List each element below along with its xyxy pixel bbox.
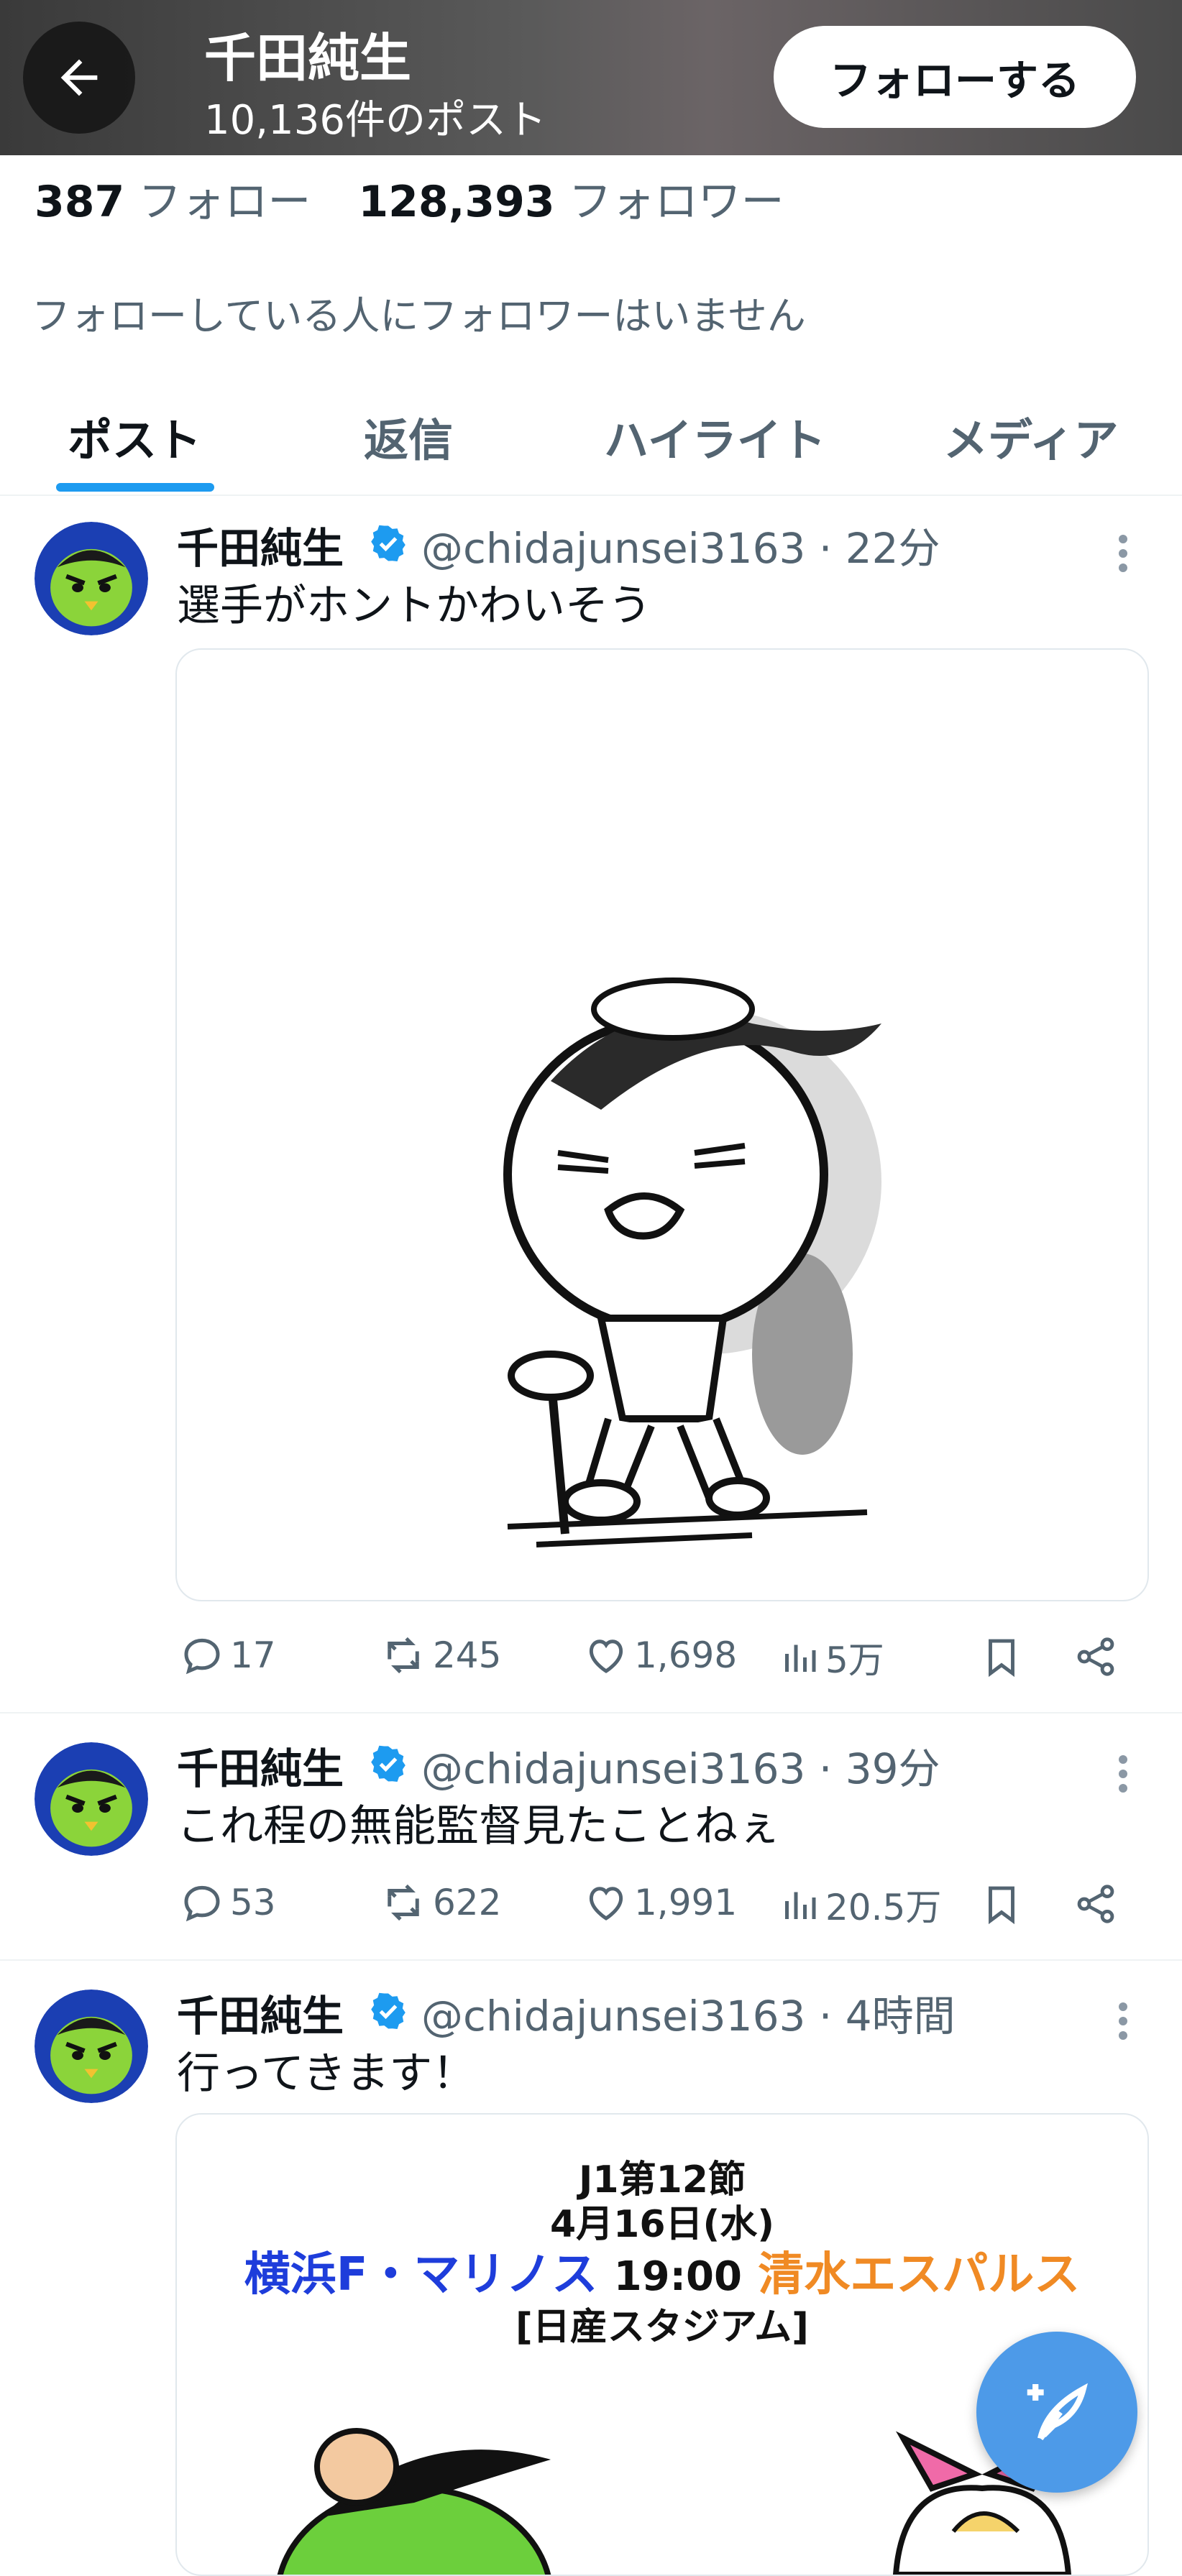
post-author-name[interactable]: 千田純生 xyxy=(177,1982,344,2043)
like-button[interactable]: 1,991 xyxy=(582,1879,737,1926)
avatar-image xyxy=(35,1990,148,2103)
reply-button[interactable]: 53 xyxy=(178,1879,276,1926)
like-icon xyxy=(589,1639,623,1673)
compose-icon xyxy=(1027,2383,1088,2441)
verified-icon xyxy=(371,1745,406,1782)
avatar-image xyxy=(35,1742,148,1856)
views-icon xyxy=(785,1644,816,1672)
handle-text: @chidajunsei3163 xyxy=(421,1744,806,1793)
bookmark-icon[interactable] xyxy=(979,1880,1024,1928)
verified-icon xyxy=(371,1992,406,2029)
following-label: フォロー xyxy=(138,177,311,227)
post-handle: @chidajunsei3163 · 39分 xyxy=(421,1735,940,1795)
reply-icon xyxy=(184,1638,220,1675)
post-time: · 4時間 xyxy=(818,1992,956,2041)
away-team: 清水エスパルス xyxy=(758,2248,1081,2301)
kickoff-time: 19:00 xyxy=(613,2253,742,2300)
repost-button[interactable]: 622 xyxy=(378,1879,501,1926)
like-icon xyxy=(589,1887,623,1920)
follow-button[interactable]: フォローする xyxy=(774,26,1136,128)
follow-stats: 387 フォロー 128,393 フォロワー xyxy=(35,167,784,229)
repost-count: 245 xyxy=(433,1634,502,1676)
repost-icon xyxy=(388,1637,419,1674)
post-text: これ程の無能監督見たことねぇ xyxy=(177,1801,781,1852)
post-time: · 22分 xyxy=(818,524,940,573)
tab-posts[interactable]: ポスト xyxy=(68,404,201,469)
home-team: 横浜F・マリノス xyxy=(244,2248,598,2301)
tab-media[interactable]: メディア xyxy=(943,404,1119,469)
match-venue: [日産スタジアム] xyxy=(516,2306,809,2349)
tab-highlights[interactable]: ハイライト xyxy=(604,404,826,469)
following-count: 387 xyxy=(35,177,125,227)
followers-count: 128,393 xyxy=(358,177,555,227)
post[interactable]: 千田純生 @chidajunsei3163 · 22分 選手がホントかわいそう xyxy=(0,496,1182,1711)
reply-count: 53 xyxy=(230,1882,276,1923)
old-hiker-illustration xyxy=(503,978,881,1547)
repost-icon xyxy=(388,1884,419,1921)
profile-header: 千田純生 10,136件のポスト フォローする xyxy=(0,0,1182,155)
views-button[interactable]: 20.5万 xyxy=(778,1879,941,1931)
post[interactable]: 千田純生 @chidajunsei3163 · 39分 これ程の無能監督見たこと… xyxy=(0,1714,1182,1958)
match-teams: 横浜F・マリノス 19:00 清水エスパルス xyxy=(177,2247,1147,2305)
profile-tabs: ポスト 返信 ハイライト メディア xyxy=(0,388,1182,496)
handle-text: @chidajunsei3163 xyxy=(421,1992,806,2041)
like-button[interactable]: 1,698 xyxy=(582,1632,737,1679)
more-icon[interactable] xyxy=(1113,532,1133,575)
verified-icon xyxy=(371,525,406,561)
view-count: 5万 xyxy=(825,1639,884,1681)
post-handle: @chidajunsei3163 · 4時間 xyxy=(421,1982,956,2043)
like-count: 1,991 xyxy=(634,1882,738,1923)
more-icon[interactable] xyxy=(1113,1752,1133,1795)
avatar[interactable] xyxy=(35,1990,148,2103)
share-icon[interactable] xyxy=(1073,1880,1119,1928)
view-count: 20.5万 xyxy=(825,1887,942,1928)
header-post-count: 10,136件のポスト xyxy=(204,97,546,144)
match-date: 4月16日(水) xyxy=(549,2203,775,2246)
bookmark-icon[interactable] xyxy=(979,1633,1024,1680)
handle-text: @chidajunsei3163 xyxy=(421,524,806,573)
mutual-followers-note: フォローしている人にフォロワーはいません xyxy=(32,293,806,339)
header-name: 千田純生 xyxy=(204,28,412,88)
compose-button[interactable] xyxy=(976,2332,1137,2493)
post-text: 行ってきます！ xyxy=(177,2048,476,2099)
tab-replies[interactable]: 返信 xyxy=(364,404,453,469)
back-button[interactable] xyxy=(23,22,135,134)
avatar[interactable] xyxy=(35,522,148,635)
like-count: 1,698 xyxy=(634,1634,738,1676)
active-tab-indicator xyxy=(56,483,214,492)
reply-count: 17 xyxy=(230,1634,276,1676)
followers-label: フォロワー xyxy=(568,177,784,227)
avatar[interactable] xyxy=(35,1742,148,1856)
match-info: J1第12節 4月16日(水) 横浜F・マリノス 19:00 清水エスパルス [… xyxy=(177,2158,1147,2350)
views-button[interactable]: 5万 xyxy=(778,1632,884,1683)
reply-icon xyxy=(184,1885,220,1922)
post-image[interactable] xyxy=(175,648,1149,1601)
views-icon xyxy=(785,1892,816,1919)
followers-link[interactable]: 128,393 フォロワー xyxy=(358,177,784,227)
repost-button[interactable]: 245 xyxy=(378,1632,501,1679)
post-handle: @chidajunsei3163 · 22分 xyxy=(421,515,940,575)
share-icon[interactable] xyxy=(1073,1633,1119,1680)
avatar-image xyxy=(35,522,148,635)
back-arrow-icon xyxy=(60,59,98,96)
post-time: · 39分 xyxy=(818,1744,940,1793)
post-image[interactable]: J1第12節 4月16日(水) 横浜F・マリノス 19:00 清水エスパルス [… xyxy=(175,2113,1149,2576)
repost-count: 622 xyxy=(433,1882,502,1923)
post-text: 選手がホントかわいそう xyxy=(177,581,651,631)
more-icon[interactable] xyxy=(1113,2000,1133,2043)
following-link[interactable]: 387 フォロー xyxy=(35,177,311,227)
match-round: J1第12節 xyxy=(579,2158,746,2202)
post-author-name[interactable]: 千田純生 xyxy=(177,515,344,575)
reply-button[interactable]: 17 xyxy=(178,1632,276,1679)
post-author-name[interactable]: 千田純生 xyxy=(177,1735,344,1795)
